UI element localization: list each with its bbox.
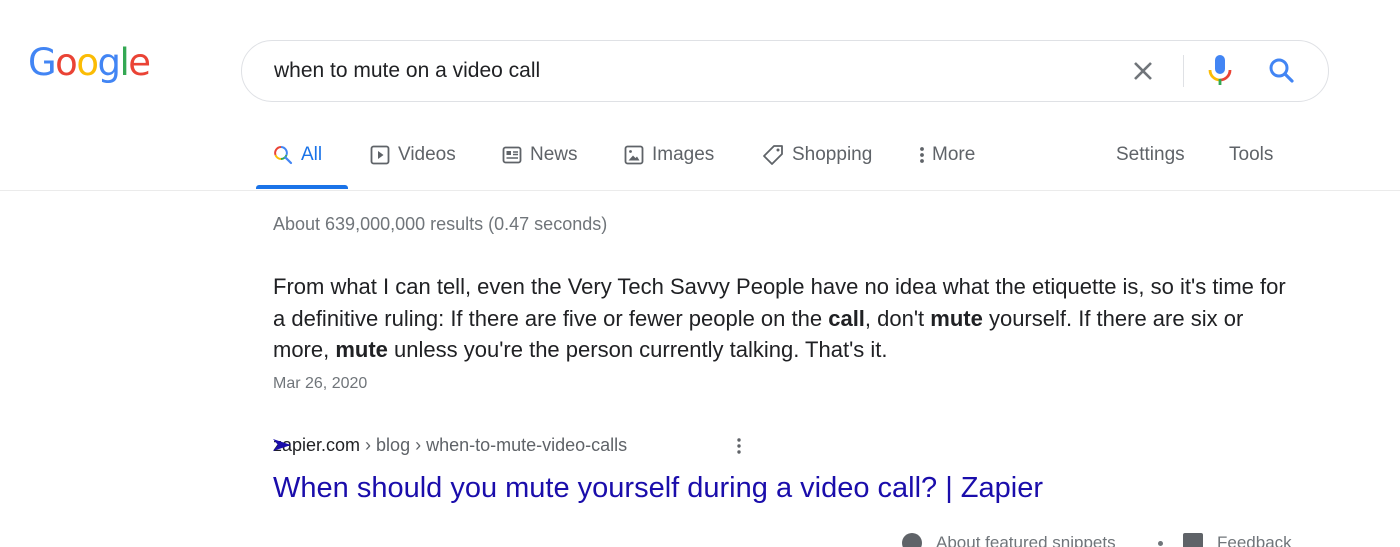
tab-label: All [301,144,323,165]
result-breadcrumb[interactable]: zapier.com › blog › when-to-mute-video-c… [273,435,627,456]
newspaper-icon [502,146,522,164]
tab-videos[interactable]: Videos [370,142,456,168]
search-input[interactable] [274,51,1094,91]
snippet-segment: , don't [864,305,931,331]
featured-snippet-text: From what I can tell, even the Very Tech… [273,271,1303,366]
search-box-divider [1183,55,1184,87]
mouse-cursor-icon [273,439,291,451]
clear-search-button[interactable] [1128,56,1158,86]
search-icon [1269,58,1294,83]
result-stats: About 639,000,000 results (0.47 seconds) [273,214,608,234]
about-label: About featured snippets [936,533,1116,547]
search-tabs: All Videos News Images Shopping More Set… [0,130,1400,191]
close-icon [1134,62,1152,80]
result-path: › blog › when-to-mute-video-calls [360,435,628,455]
image-icon [624,145,644,165]
tools-label: Tools [1229,144,1274,165]
settings-link[interactable]: Settings [1116,142,1185,168]
more-vert-icon [737,438,741,454]
active-tab-indicator [256,185,348,189]
snippet-highlight: mute [930,305,983,331]
search-box [241,40,1329,102]
snippet-highlight: call [828,305,865,331]
tab-label: More [932,144,976,165]
result-title-link[interactable]: When should you mute yourself during a v… [273,472,1043,505]
tab-label: Images [652,144,715,165]
snippet-segment: unless you're the person currently talki… [387,337,888,362]
settings-label: Settings [1116,144,1185,165]
play-icon [370,145,390,165]
result-options-button[interactable] [734,436,744,456]
feedback-icon [1183,533,1203,547]
logo-letter: o [55,41,78,84]
tab-more[interactable]: More [918,142,975,168]
logo-letter: g [97,41,121,84]
google-logo[interactable]: Google [28,41,151,84]
tab-news[interactable]: News [502,142,578,168]
tag-icon [763,145,783,165]
logo-letter: G [28,41,57,84]
footer-separator [1158,541,1163,546]
search-button[interactable] [1266,55,1298,87]
snippet-highlight: mute [335,337,388,362]
more-vert-icon [920,147,924,163]
voice-search-button[interactable] [1205,53,1235,89]
snippet-date: Mar 26, 2020 [273,375,368,392]
logo-letter: e [128,41,151,84]
logo-letter: l [119,41,129,84]
about-featured-snippets-link[interactable]: About featured snippets [902,533,1116,547]
feedback-link[interactable]: Feedback [1183,533,1292,547]
tab-label: Videos [398,144,456,165]
feedback-label: Feedback [1217,533,1292,547]
tab-label: Shopping [792,144,873,165]
search-icon [274,146,293,165]
tab-shopping[interactable]: Shopping [762,142,872,168]
tab-images[interactable]: Images [624,142,714,168]
tab-label: News [530,144,578,165]
help-icon [902,533,922,547]
logo-letter: o [76,41,99,84]
mic-icon [1208,55,1232,85]
tools-link[interactable]: Tools [1229,142,1273,168]
tab-all[interactable]: All [273,142,322,168]
